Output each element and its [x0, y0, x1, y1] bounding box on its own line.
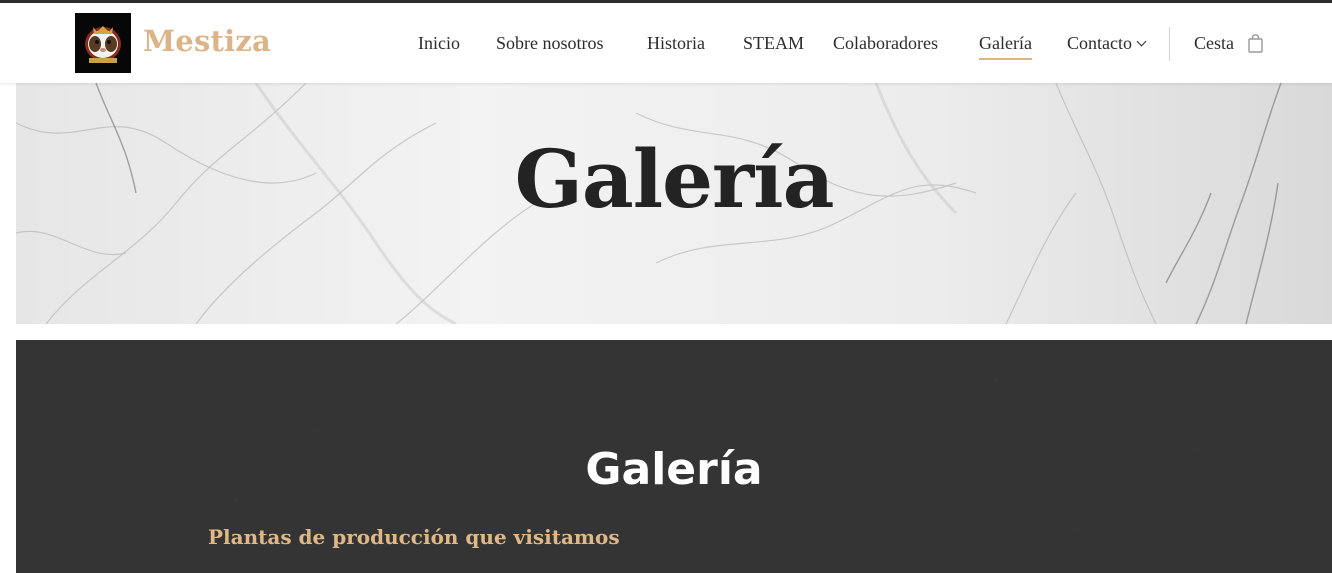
- gallery-section: Galería Plantas de producción que visita…: [16, 340, 1332, 573]
- nav-item-galeria[interactable]: Galería: [979, 33, 1032, 60]
- brand-name[interactable]: Mestiza: [143, 24, 271, 58]
- nav-item-contacto[interactable]: Contacto: [1067, 33, 1147, 53]
- nav-item-colaboradores[interactable]: Colaboradores: [833, 33, 938, 53]
- nav-item-contacto-label: Contacto: [1067, 33, 1132, 53]
- nav-item-inicio[interactable]: Inicio: [418, 33, 460, 53]
- guinea-pig-crest-logo-icon: [75, 13, 131, 73]
- nav-item-sobre-nosotros[interactable]: Sobre nosotros: [496, 33, 604, 53]
- cart-link[interactable]: Cesta: [1194, 33, 1234, 53]
- nav-item-steam[interactable]: STEAM: [743, 33, 804, 53]
- nav-divider: [1169, 27, 1170, 61]
- section-subtitle: Plantas de producción que visitamos: [208, 525, 620, 549]
- site-logo[interactable]: [75, 13, 131, 73]
- section-title: Galería: [585, 444, 763, 495]
- hero-title: Galería: [514, 132, 835, 226]
- shopping-bag-icon[interactable]: [1248, 34, 1263, 53]
- site-header: Mestiza Inicio Sobre nosotros Historia S…: [0, 3, 1332, 83]
- hero-banner: Galería: [16, 83, 1332, 324]
- chevron-down-icon: [1136, 36, 1147, 47]
- nav-item-historia[interactable]: Historia: [647, 33, 705, 53]
